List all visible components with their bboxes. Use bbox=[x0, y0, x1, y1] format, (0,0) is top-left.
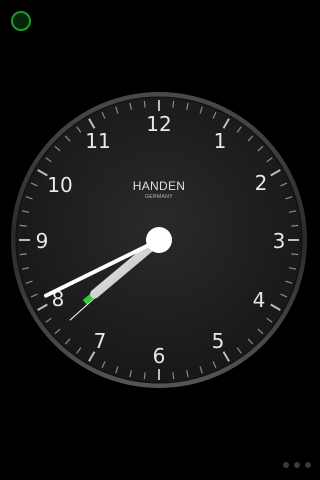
minute-tick bbox=[172, 100, 175, 108]
numeral-6: 6 bbox=[153, 344, 166, 368]
analog-clock: 12 1 2 3 4 5 6 7 8 9 10 11 HANDEN GERMAN… bbox=[11, 92, 307, 388]
clock-screen: 12 1 2 3 4 5 6 7 8 9 10 11 HANDEN GERMAN… bbox=[0, 0, 320, 480]
numeral-7: 7 bbox=[94, 329, 107, 353]
minute-tick bbox=[172, 372, 175, 380]
page-dot[interactable] bbox=[294, 462, 300, 468]
numeral-12: 12 bbox=[146, 112, 171, 136]
brand-name: HANDEN bbox=[133, 179, 185, 193]
numeral-10: 10 bbox=[47, 173, 72, 197]
brand-origin: GERMANY bbox=[145, 194, 173, 200]
numeral-1: 1 bbox=[214, 129, 227, 153]
numeral-9: 9 bbox=[36, 229, 49, 253]
minute-tick bbox=[143, 100, 146, 108]
page-dot[interactable] bbox=[305, 462, 311, 468]
minute-tick bbox=[291, 253, 299, 256]
numeral-5: 5 bbox=[212, 329, 225, 353]
minute-tick bbox=[291, 224, 299, 227]
page-indicator bbox=[283, 462, 311, 468]
numeral-2: 2 bbox=[255, 171, 268, 195]
numeral-3: 3 bbox=[273, 229, 286, 253]
center-cap bbox=[146, 227, 172, 253]
page-dot[interactable] bbox=[283, 462, 289, 468]
minute-tick bbox=[143, 372, 146, 380]
numeral-4: 4 bbox=[253, 288, 266, 312]
minute-tick bbox=[19, 253, 27, 256]
numeral-11: 11 bbox=[85, 129, 110, 153]
minute-tick bbox=[19, 224, 27, 227]
